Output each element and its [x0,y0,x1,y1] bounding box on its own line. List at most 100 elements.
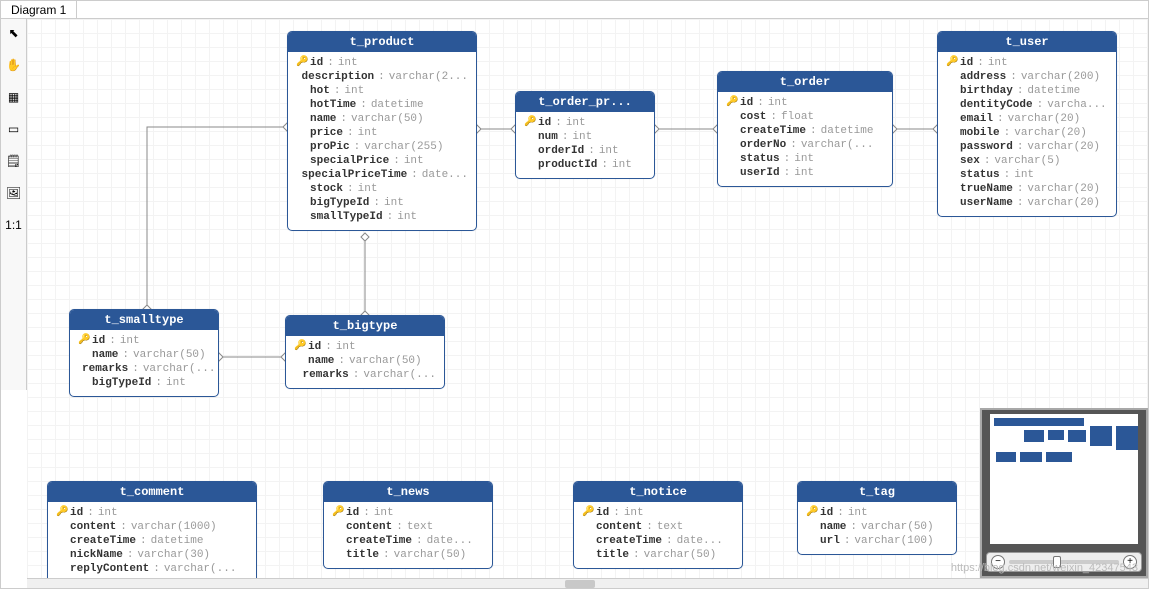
column-name: cost [740,110,766,124]
column-row: content: text [582,520,734,534]
entity-t_user[interactable]: t_user🔑id: intaddress: varchar(200)birth… [937,31,1117,217]
column-row: content: varchar(1000) [56,520,248,534]
column-name: proPic [310,140,350,154]
zoom-track[interactable] [1009,560,1119,564]
entity-t_comment[interactable]: t_comment🔑id: intcontent: varchar(1000)c… [47,481,257,578]
column-name: email [960,112,993,126]
table-tool-icon[interactable]: ▦ [6,89,22,105]
column-row: trueName: varchar(20) [946,182,1108,196]
entity-t_tag[interactable]: t_tag🔑id: intname: varchar(50)url: varch… [797,481,957,555]
column-name: content [70,520,116,534]
column-name: specialPrice [310,154,389,168]
column-type: varchar(30) [137,548,210,562]
column-row: remarks: varchar(... [78,362,210,376]
column-name: title [596,548,629,562]
primary-key-icon: 🔑 [294,340,304,354]
entity-t_smalltype[interactable]: t_smalltype🔑id: intname: varchar(50)rema… [69,309,219,397]
entity-title: t_order_pr... [516,92,654,112]
column-type: date... [422,168,468,182]
column-type: int [794,166,814,180]
entity-title: t_order [718,72,892,92]
one-to-one-icon[interactable]: 1:1 [6,217,22,233]
column-row: smallTypeId: int [296,210,468,224]
column-type: varchar(50) [133,348,206,362]
zoom-in-button[interactable]: + [1123,555,1137,569]
column-type: datetime [1027,84,1080,98]
column-name: id [740,96,753,110]
column-name: title [346,548,379,562]
column-row: status: int [726,152,884,166]
column-name: nickName [70,548,123,562]
column-row: userId: int [726,166,884,180]
entity-title: t_user [938,32,1116,52]
column-row: replyContent: varchar(... [56,562,248,576]
column-type: varchar(50) [861,520,934,534]
column-row: 🔑id: int [78,334,210,348]
column-name: content [596,520,642,534]
column-row: createTime: datetime [726,124,884,138]
column-row: hotTime: datetime [296,98,468,112]
column-row: remarks: varchar(... [294,368,436,382]
column-row: address: varchar(200) [946,70,1108,84]
horizontal-scrollbar[interactable] [27,578,1148,588]
column-name: hotTime [310,98,356,112]
column-type: text [657,520,683,534]
column-type: varchar(50) [351,112,424,126]
primary-key-icon: 🔑 [946,56,956,70]
region-tool-icon[interactable]: ▭ [6,121,22,137]
column-type: int [404,154,424,168]
entity-t_order_pr[interactable]: t_order_pr...🔑id: intnum: intorderId: in… [515,91,655,179]
column-name: name [92,348,118,362]
zoom-slider[interactable]: − + [986,552,1142,572]
primary-key-icon: 🔑 [56,506,66,520]
pointer-tool-icon[interactable]: ⬉ [6,25,22,41]
column-name: id [820,506,833,520]
column-name: password [960,140,1013,154]
zoom-out-button[interactable]: − [991,555,1005,569]
entity-t_notice[interactable]: t_notice🔑id: intcontent: textcreateTime:… [573,481,743,569]
column-row: createTime: date... [332,534,484,548]
entity-title: t_comment [48,482,256,502]
column-name: id [92,334,105,348]
column-type: varchar(5) [994,154,1060,168]
column-type: int [768,96,788,110]
column-row: 🔑id: int [296,56,468,70]
column-type: int [599,144,619,158]
column-type: varchar(255) [364,140,443,154]
column-type: varchar(2... [389,70,468,84]
entity-t_bigtype[interactable]: t_bigtype🔑id: intname: varchar(50)remark… [285,315,445,389]
primary-key-icon: 🔑 [726,96,736,110]
column-name: status [960,168,1000,182]
column-type: varcha... [1047,98,1106,112]
column-name: hot [310,84,330,98]
tab-diagram-1[interactable]: Diagram 1 [1,1,77,18]
column-type: varchar(... [164,562,237,576]
entity-t_news[interactable]: t_news🔑id: intcontent: textcreateTime: d… [323,481,493,569]
entity-t_product[interactable]: t_product🔑id: intdescription: varchar(2.… [287,31,477,231]
column-type: int [120,334,140,348]
column-row: status: int [946,168,1108,182]
primary-key-icon: 🔑 [78,334,88,348]
column-name: specialPriceTime [302,168,408,182]
column-name: remarks [82,362,128,376]
column-type: datetime [151,534,204,548]
column-name: id [346,506,359,520]
column-name: bigTypeId [310,196,369,210]
minimap[interactable]: − + [980,408,1148,578]
column-type: varchar(... [801,138,874,152]
column-type: varchar(1000) [131,520,217,534]
image-tool-icon[interactable]: 🖼 [6,185,22,201]
entity-t_order[interactable]: t_order🔑id: intcost: floatcreateTime: da… [717,71,893,187]
column-type: int [572,130,592,144]
entity-title: t_smalltype [70,310,218,330]
entity-title: t_tag [798,482,956,502]
column-type: int [374,506,394,520]
column-type: int [336,340,356,354]
hand-tool-icon[interactable]: ✋ [6,57,22,73]
entity-title: t_news [324,482,492,502]
column-type: int [358,126,378,140]
column-name: name [310,112,336,126]
note-tool-icon[interactable]: 🗒 [6,153,22,169]
column-type: text [407,520,433,534]
column-type: int [848,506,868,520]
